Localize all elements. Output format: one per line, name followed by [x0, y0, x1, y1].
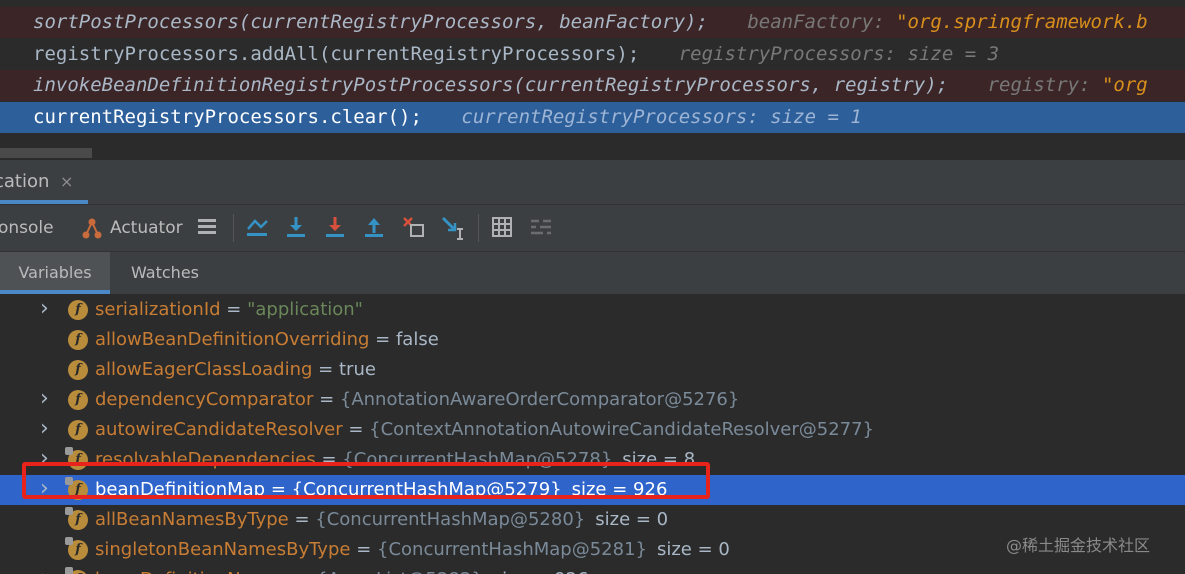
- menu-icon[interactable]: [196, 215, 222, 241]
- chevron-right-icon[interactable]: ›: [40, 415, 54, 443]
- equals-sign: =: [290, 569, 317, 574]
- equals-sign: =: [350, 539, 377, 560]
- tab-variables[interactable]: Variables: [0, 252, 110, 294]
- trace-stream-icon[interactable]: [529, 215, 555, 241]
- step-out-icon[interactable]: [362, 215, 388, 241]
- variable-name: serializationId: [95, 299, 221, 320]
- console-tab[interactable]: onsole: [0, 205, 54, 251]
- variable-value: {ConcurrentHashMap@5281}: [377, 539, 647, 560]
- run-to-cursor-icon[interactable]: [440, 215, 466, 241]
- variable-value: true: [338, 359, 376, 380]
- tab-watches[interactable]: Watches: [131, 252, 199, 294]
- drop-frame-icon[interactable]: [401, 215, 427, 241]
- tool-window-tab-bar: cation ×: [0, 160, 1185, 205]
- variable-row[interactable]: f allBeanNamesByType = {ConcurrentHashMap…: [0, 505, 1185, 535]
- code-text: sortPostProcessors(currentRegistryProces…: [33, 11, 708, 33]
- equals-sign: =: [313, 389, 340, 410]
- field-icon: f: [65, 567, 88, 574]
- equals-sign: =: [369, 329, 396, 350]
- chevron-right-icon[interactable]: ›: [40, 295, 54, 323]
- variable-value: {AnnotationAwareOrderComparator@5276}: [339, 389, 740, 410]
- code-line-invoke[interactable]: invokeBeanDefinitionRegistryPostProcesso…: [0, 70, 1185, 101]
- variable-name: singletonBeanNamesByType: [95, 539, 351, 560]
- equals-sign: =: [342, 419, 370, 440]
- code-text: currentRegistryProcessors.clear();: [33, 106, 422, 128]
- watermark: @稀土掘金技术社区: [1006, 536, 1151, 555]
- code-text: registryProcessors.addAll(currentRegistr…: [33, 43, 640, 65]
- equals-sign: =: [288, 509, 316, 530]
- close-icon[interactable]: ×: [60, 160, 73, 204]
- field-icon: f: [68, 420, 88, 440]
- variable-row[interactable]: › f autowireCandidateResolver = {ContextAn…: [0, 415, 1185, 445]
- variable-row[interactable]: f allowBeanDefinitionOverriding = false: [0, 325, 1185, 355]
- variable-size: size = 926: [493, 569, 589, 574]
- inline-debug-value: beanFactory: "org.springframework.b: [747, 11, 1148, 33]
- tab-label: cation: [0, 171, 50, 192]
- variable-row[interactable]: › f dependencyComparator = {AnnotationAwar…: [0, 385, 1185, 415]
- field-icon: f: [68, 390, 88, 410]
- show-execution-point-icon[interactable]: [245, 215, 271, 241]
- equals-sign: =: [312, 359, 339, 380]
- variable-row[interactable]: f allowEagerClassLoading = true: [0, 355, 1185, 385]
- variable-name: allBeanNamesByType: [95, 509, 289, 530]
- debugger-subtabs: Variables Watches: [0, 252, 1185, 295]
- debug-toolbar: onsole Actuator: [0, 205, 1185, 252]
- variable-value: {ContextAnnotationAutowireCandidateResol…: [369, 419, 874, 440]
- inline-debug-value: registryProcessors: size = 3: [678, 43, 1000, 65]
- active-tab-indicator: [0, 200, 88, 204]
- horizontal-scrollbar[interactable]: [0, 148, 92, 158]
- variable-size: size = 0: [656, 539, 730, 560]
- active-subtab-indicator: [0, 290, 110, 294]
- variable-value: "application": [247, 299, 363, 320]
- chevron-right-icon[interactable]: ›: [40, 565, 54, 574]
- variable-name: autowireCandidateResolver: [95, 419, 343, 440]
- code-line-addall[interactable]: registryProcessors.addAll(currentRegistr…: [0, 39, 1185, 70]
- code-line-current-execution[interactable]: currentRegistryProcessors.clear(); curre…: [0, 102, 1185, 133]
- variable-name: allowEagerClassLoading: [95, 359, 313, 380]
- inline-debug-value: currentRegistryProcessors: size = 1: [461, 106, 862, 128]
- equals-sign: =: [220, 299, 248, 320]
- toolbar-separator: [478, 214, 479, 242]
- variable-value: {ConcurrentHashMap@5280}: [315, 509, 586, 530]
- variable-row[interactable]: › f beanDefinitionNames = {ArrayList@5282}…: [0, 565, 1185, 574]
- field-icon: f: [68, 360, 88, 380]
- field-icon: f: [68, 300, 88, 320]
- inline-debug-value: registry: "org: [987, 74, 1148, 96]
- field-icon: f: [65, 537, 88, 560]
- step-into-icon[interactable]: [323, 215, 349, 241]
- step-over-icon[interactable]: [284, 215, 310, 241]
- highlight-annotation: [22, 462, 710, 499]
- variable-name: beanDefinitionNames: [95, 569, 290, 574]
- actuator-icon[interactable]: [80, 215, 106, 241]
- field-icon: f: [65, 507, 88, 530]
- variable-name: allowBeanDefinitionOverriding: [95, 329, 370, 350]
- variable-row[interactable]: › f serializationId = "application": [0, 295, 1185, 325]
- variable-value: {ArrayList@5282}: [316, 569, 483, 574]
- toolbar-separator: [233, 214, 234, 242]
- variable-size: size = 0: [595, 509, 669, 530]
- field-icon: f: [68, 330, 88, 350]
- variable-value: false: [395, 329, 439, 350]
- variable-name: dependencyComparator: [95, 389, 314, 410]
- debug-tool-window: cation × onsole Actuator: [0, 160, 1185, 574]
- code-editor[interactable]: sortPostProcessors(currentRegistryProces…: [0, 0, 1185, 160]
- chevron-right-icon[interactable]: ›: [40, 385, 54, 413]
- evaluate-expression-icon[interactable]: [490, 215, 516, 241]
- code-line-sort[interactable]: sortPostProcessors(currentRegistryProces…: [0, 7, 1185, 38]
- actuator-tab[interactable]: Actuator: [110, 205, 183, 251]
- code-text: invokeBeanDefinitionRegistryPostProcesso…: [33, 74, 949, 96]
